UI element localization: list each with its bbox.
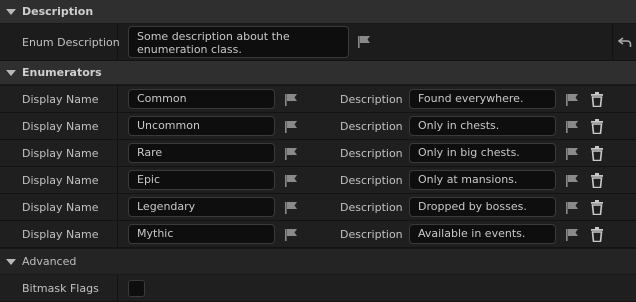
display-name-field[interactable]: Mythic xyxy=(128,224,275,244)
flag-icon[interactable] xyxy=(284,147,298,161)
column-divider xyxy=(117,194,118,220)
enumerator-row: Display Name Epic Description Only at ma… xyxy=(0,167,636,194)
section-title: Enumerators xyxy=(22,66,102,79)
column-divider xyxy=(117,221,118,247)
display-name-field[interactable]: Legendary xyxy=(128,197,275,217)
description-label: Description xyxy=(340,147,403,160)
reset-arrow-icon[interactable] xyxy=(618,36,632,48)
flag-icon[interactable] xyxy=(565,228,579,242)
description-field[interactable]: Only in big chests. xyxy=(409,143,556,163)
trash-icon[interactable] xyxy=(590,119,604,134)
trash-icon[interactable] xyxy=(590,200,604,215)
flag-icon[interactable] xyxy=(565,93,579,107)
enumerator-row: Display Name Legendary Description Dropp… xyxy=(0,194,636,221)
display-name-field[interactable]: Epic xyxy=(128,170,275,190)
section-title: Description xyxy=(22,5,94,18)
flag-icon[interactable] xyxy=(284,228,298,242)
description-field[interactable]: Only in chests. xyxy=(409,116,556,136)
display-name-label: Display Name xyxy=(22,228,99,241)
column-divider xyxy=(117,140,118,166)
description-field[interactable]: Dropped by bosses. xyxy=(409,197,556,217)
column-divider xyxy=(117,113,118,139)
trash-icon[interactable] xyxy=(590,173,604,188)
enumerators-section-header[interactable]: Enumerators xyxy=(0,61,636,85)
description-label: Description xyxy=(340,93,403,106)
collapse-triangle-icon[interactable] xyxy=(6,9,16,15)
enumerator-row: Display Name Common Description Found ev… xyxy=(0,86,636,113)
flag-icon[interactable] xyxy=(284,120,298,134)
flag-icon[interactable] xyxy=(565,201,579,215)
description-field[interactable]: Only at mansions. xyxy=(409,170,556,190)
trash-icon[interactable] xyxy=(590,146,604,161)
flag-icon[interactable] xyxy=(357,35,371,49)
description-label: Description xyxy=(340,174,403,187)
display-name-field[interactable]: Uncommon xyxy=(128,116,275,136)
trash-icon[interactable] xyxy=(590,92,604,107)
column-divider xyxy=(612,24,613,60)
bitmask-flags-label: Bitmask Flags xyxy=(22,282,99,295)
flag-icon[interactable] xyxy=(565,174,579,188)
enumerator-row: Display Name Uncommon Description Only i… xyxy=(0,113,636,140)
flag-icon[interactable] xyxy=(565,147,579,161)
enum-description-row: Enum Description Some description about … xyxy=(0,24,636,61)
description-label: Description xyxy=(340,201,403,214)
flag-icon[interactable] xyxy=(284,174,298,188)
section-title: Advanced xyxy=(22,255,77,268)
display-name-label: Display Name xyxy=(22,93,99,106)
advanced-section-header[interactable]: Advanced xyxy=(0,249,636,275)
column-divider xyxy=(117,86,118,112)
description-field[interactable]: Available in events. xyxy=(409,224,556,244)
enum-description-field[interactable]: Some description about the enumeration c… xyxy=(128,26,349,58)
description-section-header[interactable]: Description xyxy=(0,0,636,24)
trash-icon[interactable] xyxy=(590,227,604,242)
display-name-field[interactable]: Rare xyxy=(128,143,275,163)
collapse-triangle-icon[interactable] xyxy=(6,70,16,76)
display-name-label: Display Name xyxy=(22,120,99,133)
flag-icon[interactable] xyxy=(565,120,579,134)
description-label: Description xyxy=(340,120,403,133)
flag-icon[interactable] xyxy=(284,93,298,107)
bitmask-flags-checkbox[interactable] xyxy=(128,280,145,297)
description-field[interactable]: Found everywhere. xyxy=(409,89,556,109)
display-name-label: Display Name xyxy=(22,147,99,160)
display-name-label: Display Name xyxy=(22,201,99,214)
display-name-label: Display Name xyxy=(22,174,99,187)
description-label: Description xyxy=(340,228,403,241)
display-name-field[interactable]: Common xyxy=(128,89,275,109)
collapse-triangle-icon[interactable] xyxy=(6,259,16,265)
column-divider xyxy=(117,275,118,301)
enum-description-label: Enum Description xyxy=(22,36,120,49)
bitmask-flags-row: Bitmask Flags xyxy=(0,275,636,302)
flag-icon[interactable] xyxy=(284,201,298,215)
enumerator-row: Display Name Mythic Description Availabl… xyxy=(0,221,636,248)
column-divider xyxy=(117,167,118,193)
enumerator-row: Display Name Rare Description Only in bi… xyxy=(0,140,636,167)
